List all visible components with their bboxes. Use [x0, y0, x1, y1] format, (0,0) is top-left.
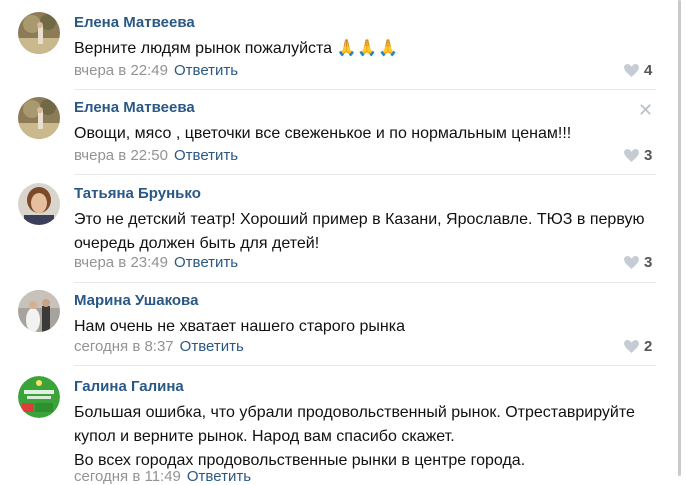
- like-count: 3: [644, 147, 653, 164]
- comment-date[interactable]: сегодня в 11:49: [74, 468, 181, 485]
- comment: Елена Матвеева Верните людям рынок пожал…: [0, 0, 686, 90]
- comment-text-line: Большая ошибка, что убрали продовольстве…: [74, 404, 635, 421]
- avatar-photo: [18, 376, 60, 418]
- heart-icon: [624, 64, 639, 77]
- comment-date[interactable]: сегодня в 8:37: [74, 338, 174, 355]
- heart-icon: [624, 149, 639, 162]
- like-button[interactable]: 2: [624, 338, 652, 355]
- avatar[interactable]: [18, 376, 60, 418]
- like-button[interactable]: 4: [624, 62, 652, 79]
- comment-meta: вчера в 23:49 Ответить: [74, 254, 238, 271]
- comment-meta: сегодня в 8:37 Ответить: [74, 338, 244, 355]
- comment-author[interactable]: Елена Матвеева: [74, 14, 195, 31]
- reply-button[interactable]: Ответить: [174, 147, 238, 164]
- comment: Галина Галина Большая ошибка, что убрали…: [0, 364, 686, 485]
- avatar[interactable]: [18, 183, 60, 225]
- comment-date[interactable]: вчера в 22:50: [74, 147, 168, 164]
- reply-button[interactable]: Ответить: [187, 468, 251, 485]
- like-button[interactable]: 3: [624, 254, 652, 271]
- like-count: 2: [644, 338, 653, 355]
- avatar[interactable]: [18, 12, 60, 54]
- comment-text-line: купол и верните рынок. Народ вам спасибо…: [74, 428, 455, 445]
- like-count: 4: [644, 62, 653, 79]
- reply-button[interactable]: Ответить: [174, 254, 238, 271]
- comment-text: Это не детский театр! Хороший пример в К…: [74, 208, 664, 256]
- comment-text-line: Верните людям рынок пожалуйста 🙏🙏🙏: [74, 37, 664, 61]
- close-icon[interactable]: ✕: [638, 100, 653, 121]
- scrollbar[interactable]: [678, 0, 681, 476]
- comment-text-line: очередь должен быть для детей!: [74, 235, 320, 252]
- pray-emoji: 🙏🙏🙏: [336, 40, 400, 57]
- avatar[interactable]: [18, 290, 60, 332]
- avatar[interactable]: [18, 97, 60, 139]
- like-button[interactable]: 3: [624, 147, 652, 164]
- avatar-photo: [18, 183, 60, 225]
- comment-text-line: Овощи, мясо , цветочки все свеженькое и …: [74, 125, 572, 142]
- comment-date[interactable]: вчера в 22:49: [74, 62, 168, 79]
- comments-feed: Елена Матвеева Верните людям рынок пожал…: [0, 0, 686, 485]
- comment: Елена Матвеева Овощи, мясо , цветочки вс…: [0, 85, 686, 175]
- comment-meta: вчера в 22:49 Ответить: [74, 62, 238, 79]
- heart-icon: [624, 256, 639, 269]
- reply-button[interactable]: Ответить: [180, 338, 244, 355]
- comment-text: Нам очень не хватает нашего старого рынк…: [74, 315, 664, 339]
- comment: Татьяна Брунько Это не детский театр! Хо…: [0, 171, 686, 283]
- comment-author[interactable]: Татьяна Брунько: [74, 185, 201, 202]
- comment-text-line: Это не детский театр! Хороший пример в К…: [74, 211, 645, 228]
- avatar-photo: [18, 12, 60, 54]
- comment-meta: вчера в 22:50 Ответить: [74, 147, 238, 164]
- comment-author[interactable]: Марина Ушакова: [74, 292, 198, 309]
- comment-text: Большая ошибка, что убрали продовольстве…: [74, 401, 664, 473]
- comment-text-line: Нам очень не хватает нашего старого рынк…: [74, 318, 405, 335]
- comment: Марина Ушакова Нам очень не хватает наше…: [0, 278, 686, 366]
- comment-author[interactable]: Галина Галина: [74, 378, 184, 395]
- avatar-photo: [18, 290, 60, 332]
- comment-meta: сегодня в 11:49 Ответить: [74, 468, 251, 485]
- like-count: 3: [644, 254, 653, 271]
- comment-text: Верните людям рынок пожалуйста 🙏🙏🙏: [74, 37, 664, 61]
- avatar-photo: [18, 97, 60, 139]
- heart-icon: [624, 340, 639, 353]
- comment-text: Овощи, мясо , цветочки все свеженькое и …: [74, 122, 664, 146]
- comment-text-content: Верните людям рынок пожалуйста: [74, 40, 333, 57]
- comment-author[interactable]: Елена Матвеева: [74, 99, 195, 116]
- comment-date[interactable]: вчера в 23:49: [74, 254, 168, 271]
- reply-button[interactable]: Ответить: [174, 62, 238, 79]
